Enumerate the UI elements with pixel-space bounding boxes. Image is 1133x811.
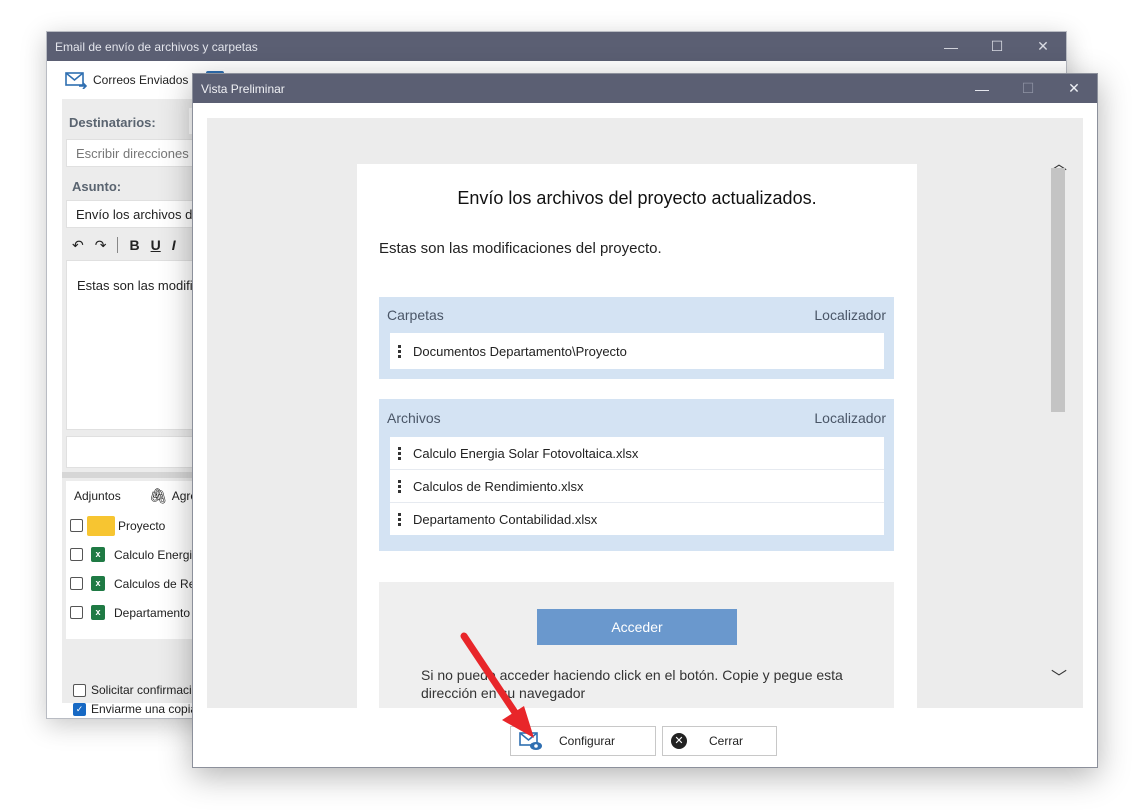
- undo-icon[interactable]: ↶: [72, 237, 84, 254]
- close-circle-icon: ✕: [671, 733, 687, 749]
- more-options-icon[interactable]: [398, 344, 401, 358]
- preview-window-titlebar[interactable]: Vista Preliminar — ☐ ✕: [193, 74, 1097, 103]
- email-preview: Envío los archivos del proyecto actualiz…: [357, 164, 917, 708]
- folder-path: Documentos Departamento\Proyecto: [413, 343, 627, 359]
- more-options-icon[interactable]: [398, 479, 401, 493]
- subject-label: Asunto:: [72, 179, 122, 194]
- minimize-icon[interactable]: —: [928, 32, 974, 61]
- table-row[interactable]: Departamento Contabilidad.xlsx: [390, 503, 884, 535]
- attachment-name: Departamento: [114, 605, 191, 620]
- folders-table-header: Carpetas Localizador: [379, 297, 894, 333]
- toolbar-separator: [117, 237, 119, 253]
- attachment-checkbox[interactable]: [70, 519, 83, 532]
- redo-icon[interactable]: ↷: [95, 237, 107, 254]
- folders-column-header: Carpetas: [387, 307, 444, 323]
- minimize-icon[interactable]: —: [959, 74, 1005, 103]
- close-label: Cerrar: [709, 734, 744, 748]
- files-table-body: Calculo Energia Solar Fotovoltaica.xlsx …: [390, 437, 884, 535]
- email-window-title: Email de envío de archivos y carpetas: [55, 39, 258, 54]
- bold-button[interactable]: B: [129, 237, 139, 253]
- locator-column-header: Localizador: [814, 307, 886, 323]
- request-confirmation-option[interactable]: Solicitar confirmació: [73, 683, 198, 697]
- maximize-icon[interactable]: ☐: [974, 32, 1020, 61]
- close-button[interactable]: ✕ Cerrar: [662, 726, 777, 756]
- paperclip-icon[interactable]: 🖇: [149, 487, 168, 505]
- table-row[interactable]: Calculos de Rendimiento.xlsx: [390, 470, 884, 503]
- attachment-checkbox[interactable]: [70, 548, 83, 561]
- sent-mail-icon: [65, 72, 87, 89]
- excel-icon: x: [91, 605, 105, 620]
- email-title: Envío los archivos del proyecto actualiz…: [457, 188, 817, 208]
- attachment-name: Calculo Energi: [114, 547, 193, 562]
- request-confirmation-checkbox[interactable]: [73, 683, 86, 697]
- folders-table-body: Documentos Departamento\Proyecto: [390, 333, 884, 369]
- file-name: Calculo Energia Solar Fotovoltaica.xlsx: [413, 445, 639, 461]
- italic-button[interactable]: I: [172, 237, 176, 253]
- more-options-icon[interactable]: [398, 446, 401, 460]
- underline-button[interactable]: U: [151, 237, 161, 253]
- more-options-icon[interactable]: [398, 512, 401, 526]
- table-row[interactable]: Documentos Departamento\Proyecto: [390, 333, 884, 369]
- configure-button[interactable]: Configurar: [510, 726, 656, 756]
- maximize-icon: ☐: [1021, 80, 1035, 96]
- files-column-header: Archivos: [387, 410, 441, 426]
- folder-icon: [87, 515, 115, 536]
- excel-icon: x: [91, 576, 105, 591]
- excel-icon: x: [91, 547, 105, 562]
- attachment-name: Calculos de Re: [114, 576, 196, 591]
- file-name: Departamento Contabilidad.xlsx: [413, 511, 598, 527]
- sent-emails-button[interactable]: Correos Enviados: [65, 71, 188, 89]
- files-table: Archivos Localizador Calculo Energia Sol…: [379, 399, 894, 551]
- recipients-label: Destinatarios:: [69, 115, 156, 130]
- attachment-checkbox[interactable]: [70, 606, 83, 619]
- close-icon[interactable]: ✕: [1020, 32, 1066, 61]
- scrollbar-thumb[interactable]: [1051, 168, 1065, 412]
- send-copy-label: Enviarme una copia: [91, 702, 198, 716]
- access-button[interactable]: Acceder: [537, 609, 737, 645]
- sent-emails-label: Correos Enviados: [93, 73, 189, 87]
- close-icon[interactable]: ✕: [1051, 74, 1097, 103]
- mail-preview-icon: [519, 732, 542, 750]
- preview-window: Vista Preliminar — ☐ ✕ Envío los archivo…: [192, 73, 1098, 768]
- scroll-down-icon[interactable]: ﹀: [1051, 664, 1067, 688]
- email-window-titlebar[interactable]: Email de envío de archivos y carpetas — …: [47, 32, 1066, 61]
- table-row[interactable]: Calculo Energia Solar Fotovoltaica.xlsx: [390, 437, 884, 470]
- access-instructions: Si no puede acceder haciendo click en el…: [421, 667, 843, 701]
- attachment-checkbox[interactable]: [70, 577, 83, 590]
- access-section: Acceder Si no puede acceder haciendo cli…: [379, 582, 894, 708]
- send-copy-option[interactable]: ✓ Enviarme una copia: [73, 702, 197, 716]
- preview-window-title: Vista Preliminar: [201, 81, 285, 96]
- preview-area: Envío los archivos del proyecto actualiz…: [207, 118, 1083, 708]
- locator-column-header: Localizador: [814, 410, 886, 426]
- files-table-header: Archivos Localizador: [379, 399, 894, 437]
- email-body-text: Estas son las modificaciones del proyect…: [379, 240, 662, 257]
- folders-table: Carpetas Localizador Documentos Departam…: [379, 297, 894, 379]
- configure-label: Configurar: [559, 734, 616, 748]
- send-copy-checkbox[interactable]: ✓: [73, 702, 86, 716]
- file-name: Calculos de Rendimiento.xlsx: [413, 478, 584, 494]
- attachments-tab[interactable]: Adjuntos: [74, 489, 121, 503]
- attachment-name: Proyecto: [118, 518, 166, 533]
- request-confirmation-label: Solicitar confirmació: [91, 683, 199, 697]
